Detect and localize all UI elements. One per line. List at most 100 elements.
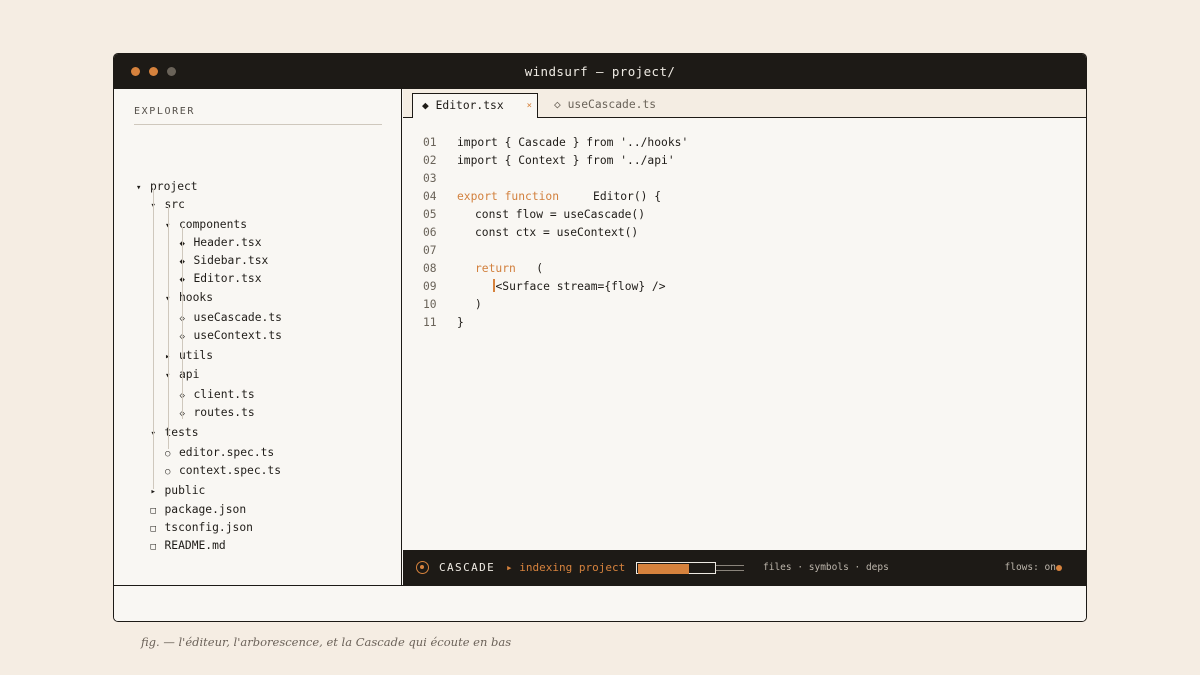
tree-item-label: client.ts: [193, 388, 255, 401]
tree-item-label: project: [150, 180, 198, 193]
line-number: 02: [423, 154, 437, 167]
tree-item[interactable]: ○ editor.spec.ts: [165, 444, 274, 462]
tree-item-label: utils: [179, 349, 214, 362]
indent-guide: [182, 227, 183, 419]
circle-icon: ○: [165, 467, 171, 477]
cascade-label: CASCADE: [439, 561, 496, 574]
code-text: return (: [475, 260, 543, 278]
cascade-target-icon[interactable]: [416, 561, 429, 574]
code-text: const flow = useCascade(): [475, 206, 645, 224]
tree-item[interactable]: ▸ public: [151, 482, 206, 500]
code-content: const ctx = useContext(): [475, 226, 639, 239]
explorer-divider: [134, 124, 382, 125]
code-content: ): [475, 298, 482, 311]
tree-item-label: components: [179, 218, 248, 231]
progress-tail: [716, 565, 744, 566]
indexing-status: ▸ indexing project: [506, 561, 626, 574]
square-icon: □: [150, 506, 156, 516]
progress-tail: [716, 570, 744, 571]
progress-fill: [638, 564, 689, 574]
tree-item-label: Sidebar.tsx: [193, 254, 269, 267]
line-number: 04: [423, 190, 437, 203]
keyword: return: [475, 262, 516, 275]
tree-item[interactable]: ▸utils: [165, 347, 213, 365]
tree-item-label: public: [164, 484, 206, 497]
flows-toggle[interactable]: flows: on: [1005, 550, 1056, 585]
square-icon: □: [150, 542, 156, 552]
tree-item[interactable]: ◆Editor.tsx: [180, 270, 262, 288]
tree-item[interactable]: ◆Header.tsx: [180, 234, 262, 252]
code-content: import { Cascade } from '../hooks': [457, 136, 689, 149]
cascade-scope-tags: files · symbols · deps: [763, 562, 889, 573]
code-content: <Surface stream={flow} />: [495, 280, 666, 293]
tree-item[interactable]: ▾ project: [136, 178, 198, 196]
code-text: export function Editor() {: [457, 188, 661, 206]
tab-label: useCascade.ts: [567, 98, 657, 111]
title-bar: windsurf — project/: [114, 54, 1086, 89]
window-title: windsurf — project/: [524, 64, 676, 79]
code-text: import { Cascade } from '../hooks': [457, 134, 688, 152]
editor-window: windsurf — project/ EXPLORER ▾project▾sr…: [113, 53, 1087, 622]
tree-item[interactable]: □ tsconfig.json: [151, 519, 253, 537]
tree-item-label: tsconfig.json: [164, 521, 253, 534]
line-number: 10: [423, 298, 437, 311]
cascade-panel: CASCADE ▸ indexing project files · symbo…: [403, 550, 1086, 585]
line-number: 11: [423, 316, 437, 329]
tree-item-label: Editor.tsx: [193, 272, 262, 285]
indent-guide: [168, 207, 169, 449]
tree-item[interactable]: ▾components: [165, 216, 247, 234]
code-content: (: [536, 262, 544, 275]
tab-bar: ◆ Editor.tsx × ◇ useCascade.ts: [403, 89, 1086, 118]
tree-item[interactable]: ▾tests: [151, 424, 199, 442]
figure-caption: fig. — l'éditeur, l'arborescence, et la …: [141, 635, 512, 649]
code-editor: ◆ Editor.tsx × ◇ useCascade.ts 01 import …: [403, 89, 1086, 550]
close-icon[interactable]: ×: [527, 94, 532, 118]
diamond-outline-icon: ◇: [554, 98, 561, 111]
tree-item[interactable]: ▾hooks: [165, 289, 213, 307]
line-number: 05: [423, 208, 437, 221]
keyword: export function: [457, 190, 560, 203]
line-number: 03: [423, 172, 437, 185]
code-text: import { Context } from '../api': [457, 152, 675, 170]
tree-item[interactable]: ○ context.spec.ts: [165, 462, 281, 480]
tree-item-label: editor.spec.ts: [179, 446, 275, 459]
text-cursor: [493, 279, 495, 292]
explorer-heading: EXPLORER: [134, 106, 195, 117]
tree-item-label: useContext.ts: [193, 329, 282, 342]
tab-label: Editor.tsx: [435, 99, 504, 112]
tree-item[interactable]: ◇useContext.ts: [180, 327, 282, 345]
tree-item-label: hooks: [179, 291, 214, 304]
tree-item[interactable]: ◇client.ts: [180, 386, 255, 404]
line-number: 07: [423, 244, 437, 257]
flows-status-dot: [1056, 565, 1062, 571]
tree-item-label: useCascade.ts: [193, 311, 282, 324]
tree-item-label: routes.ts: [193, 406, 255, 419]
diamond-filled-icon: ◆: [422, 99, 429, 112]
tree-item[interactable]: ◆Sidebar.tsx: [180, 252, 269, 270]
tree-item-label: package.json: [164, 503, 247, 516]
code-text: <Surface stream={flow} />: [493, 278, 666, 296]
tree-item-label: context.spec.ts: [179, 464, 282, 477]
tree-item-label: tests: [164, 426, 199, 439]
tree-item-label: Header.tsx: [193, 236, 262, 249]
line-number: 09: [423, 280, 437, 293]
tab-editor-tsx[interactable]: ◆ Editor.tsx ×: [412, 93, 538, 118]
tree-item[interactable]: ◇routes.ts: [180, 404, 255, 422]
explorer-sidebar: EXPLORER ▾project▾src▾components◆Header.…: [114, 89, 402, 585]
tree-item[interactable]: □ package.json: [151, 501, 247, 519]
code-content: Editor() {: [593, 190, 662, 203]
progress-track: [636, 562, 716, 574]
line-number: 08: [423, 262, 437, 275]
bottom-panel: [114, 585, 1086, 621]
indexing-progress-bar: [636, 562, 744, 574]
square-icon: □: [150, 524, 156, 534]
line-number: 06: [423, 226, 437, 239]
code-text: const ctx = useContext(): [475, 224, 638, 242]
code-content: }: [457, 316, 464, 329]
tab-usecascade-ts[interactable]: ◇ useCascade.ts: [554, 93, 656, 118]
tree-item[interactable]: □ README.md: [151, 537, 226, 555]
indent-guide: [153, 189, 154, 489]
tree-item[interactable]: ◇useCascade.ts: [180, 309, 282, 327]
code-content: const flow = useCascade(): [475, 208, 646, 221]
code-text: ): [475, 296, 482, 314]
